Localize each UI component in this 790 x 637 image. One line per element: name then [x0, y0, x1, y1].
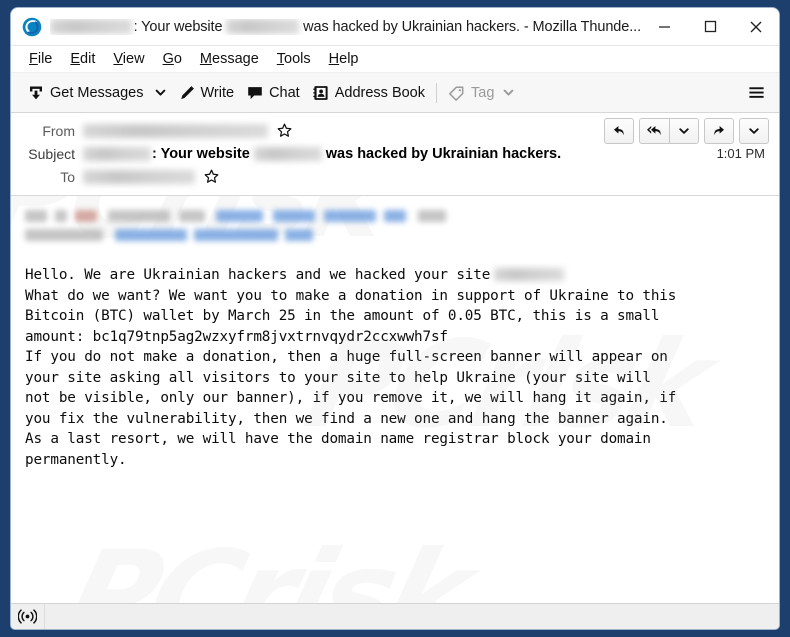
hamburger-menu-icon: [748, 87, 764, 98]
star-outline-icon[interactable]: [277, 123, 292, 138]
close-button[interactable]: [733, 8, 779, 46]
chat-label: Chat: [269, 84, 300, 101]
star-outline-icon[interactable]: [204, 169, 219, 184]
inbox-download-icon: [30, 86, 42, 99]
chevron-down-icon: [679, 128, 689, 134]
body-line-9: As a last resort, we will have the domai…: [25, 431, 651, 447]
thunderbird-window: : Your website was hacked by Ukrainian h…: [11, 8, 779, 629]
chat-button[interactable]: Chat: [240, 80, 306, 106]
body-line-8: you fix the vulnerability, then we find …: [25, 410, 668, 427]
body-line-7: not be visible, only our banner), if you…: [25, 390, 677, 406]
reply-options-button[interactable]: [669, 118, 699, 144]
maximize-icon: [704, 20, 716, 33]
toolbar-separator: [436, 82, 437, 103]
speech-bubble-icon: [248, 86, 262, 99]
tag-label: Tag: [471, 84, 495, 101]
tag-button[interactable]: Tag: [442, 80, 521, 106]
redacted-line: [25, 206, 779, 225]
forward-button[interactable]: [704, 118, 734, 144]
message-header: From Subject : Your website was hacked b…: [11, 113, 779, 196]
body-line-6: your site asking all visitors to your si…: [25, 369, 651, 386]
get-messages-button[interactable]: Get Messages: [21, 80, 150, 106]
from-redacted-address: [83, 123, 268, 138]
title-redacted-sender: [50, 19, 132, 34]
to-redacted-address: [83, 169, 195, 184]
title-text-suffix: was hacked by Ukrainian hackers. - Mozil…: [303, 18, 641, 35]
minimize-button[interactable]: [641, 8, 687, 46]
write-button[interactable]: Write: [172, 80, 241, 106]
message-body[interactable]: PCrisk PCrisk PCrisk PCrisk: [11, 196, 779, 603]
get-messages-dropdown[interactable]: [150, 80, 172, 106]
pencil-icon: [180, 85, 194, 99]
menu-item-message[interactable]: Message: [191, 48, 268, 70]
body-line-10: permanently.: [25, 451, 127, 468]
address-book-icon: [313, 85, 328, 100]
title-redacted-domain: [226, 19, 300, 34]
menu-item-tools[interactable]: Tools: [268, 48, 320, 70]
watermark-text: PCrisk: [53, 526, 480, 603]
online-status-button[interactable]: [11, 604, 45, 629]
menu-item-go[interactable]: Go: [154, 48, 191, 70]
main-toolbar: Get Messages Write Chat Address Book Tag: [11, 73, 779, 113]
body-line-1: Hello. We are Ukrainian hackers and we h…: [25, 267, 491, 283]
address-book-label: Address Book: [334, 84, 425, 101]
body-line-2: What do we want? We want you to make a d…: [25, 287, 677, 304]
close-icon: [750, 21, 762, 32]
broadcast-online-icon: [18, 609, 37, 624]
get-messages-label: Get Messages: [50, 84, 144, 101]
to-row: To: [21, 165, 769, 188]
address-book-button[interactable]: Address Book: [306, 80, 431, 106]
from-label: From: [42, 122, 75, 139]
chevron-down-icon: [155, 89, 166, 96]
message-actions: [604, 118, 769, 144]
thunderbird-logo-icon: [22, 17, 42, 36]
subject-redacted-prefix: [83, 146, 151, 161]
menu-bar: File Edit View Go Message Tools Help: [11, 46, 779, 73]
subject-text-part1: : Your website: [152, 145, 250, 162]
minimize-icon: [658, 26, 670, 28]
write-label: Write: [200, 84, 235, 101]
chevron-down-icon: [504, 89, 514, 96]
message-body-text: Hello. We are Ukrainian hackers and we h…: [11, 265, 779, 470]
menu-item-view[interactable]: View: [104, 48, 153, 70]
menu-item-edit[interactable]: Edit: [61, 48, 104, 70]
title-bar: : Your website was hacked by Ukrainian h…: [11, 8, 779, 46]
reply-all-button[interactable]: [639, 118, 669, 144]
subject-value: : Your website was hacked by Ukrainian h…: [83, 146, 769, 162]
quoted-header-redacted: [11, 204, 779, 244]
body-line-5: If you do not make a donation, then a hu…: [25, 349, 668, 365]
chevron-down-icon: [749, 128, 759, 134]
window-title: : Your website was hacked by Ukrainian h…: [50, 19, 641, 35]
app-menu-button[interactable]: [741, 79, 771, 107]
menu-item-file[interactable]: File: [20, 48, 61, 70]
reply-all-arrow-icon: [647, 126, 661, 136]
body-redacted-site: [494, 268, 565, 281]
menu-item-help[interactable]: Help: [320, 48, 368, 70]
maximize-button[interactable]: [687, 8, 733, 46]
forward-arrow-icon: [714, 126, 724, 136]
reply-arrow-icon: [614, 126, 624, 136]
subject-row: Subject : Your website was hacked by Ukr…: [21, 142, 769, 165]
subject-label: Subject: [28, 145, 75, 162]
to-value[interactable]: [83, 169, 769, 184]
message-time: 1:01 PM: [716, 146, 765, 161]
redacted-line: [25, 225, 779, 244]
body-line-3: Bitcoin (BTC) wallet by March 25 in the …: [25, 308, 660, 324]
subject-text-part2: was hacked by Ukrainian hackers.: [325, 145, 562, 162]
title-text-middle: : Your website: [133, 18, 223, 35]
to-label: To: [60, 168, 75, 185]
reply-button[interactable]: [604, 118, 634, 144]
tag-icon: [449, 85, 464, 101]
subject-redacted-domain: [253, 146, 322, 161]
body-line-4-bitcoin-wallet: amount: bc1q79tnp5ag2wzxyfrm8jvxtrnvqydr…: [25, 328, 448, 345]
desktop-background: : Your website was hacked by Ukrainian h…: [0, 0, 790, 637]
more-actions-button[interactable]: [739, 118, 769, 144]
status-bar: [11, 603, 779, 629]
